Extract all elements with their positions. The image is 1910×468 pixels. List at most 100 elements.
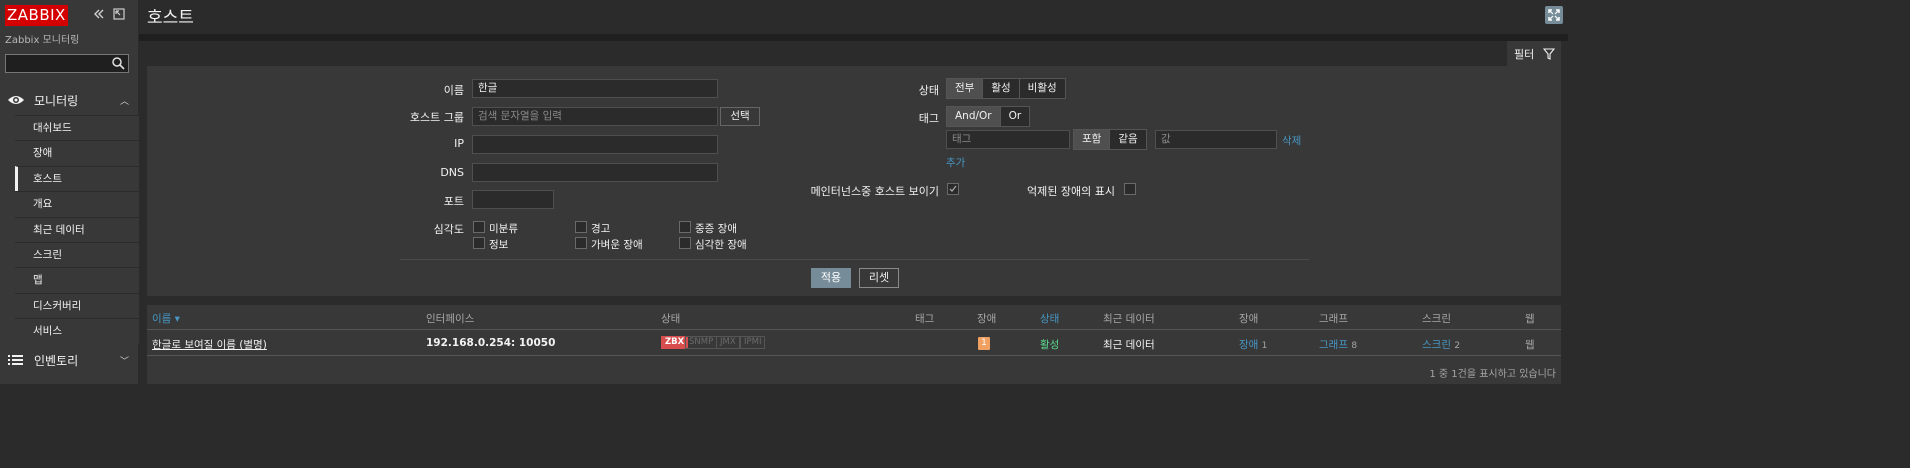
menu-inventory[interactable]: 인벤토리 ﹀ [0, 346, 139, 374]
hosts-table: 이름 ▾ 인터페이스 상태 태그 장애 상태 최근 데이터 장애 그래프 스크린… [147, 305, 1561, 384]
submenu-hosts[interactable]: 호스트 [15, 165, 139, 192]
show-suppressed-label: 억제된 장애의 표시 [1027, 185, 1115, 198]
severity-information-label: 정보 [489, 239, 509, 251]
tag-match-segment: 포함 같음 [1073, 129, 1147, 150]
show-maintenance-label: 메인터넌스중 호스트 보이기 [810, 185, 939, 198]
problems-count: 1 [1261, 341, 1268, 351]
graphs-cell: 그래프 8 [1319, 337, 1357, 352]
screens-cell: 스크린 2 [1422, 337, 1460, 352]
problems-link[interactable]: 장애 [1239, 339, 1258, 351]
collapse-sidebar-icon[interactable] [92, 7, 106, 21]
kiosk-mode-icon[interactable] [112, 7, 126, 21]
filter-divider [400, 259, 1309, 260]
host-group-label: 호스트 그룹 [409, 111, 464, 124]
tag-contains-option[interactable]: 포함 [1074, 130, 1111, 149]
col-problems-header: 장애 [977, 313, 997, 325]
apply-button[interactable]: 적용 [811, 268, 851, 288]
severity-disaster-label: 심각한 장애 [695, 239, 747, 251]
severity-label: 심각도 [433, 223, 464, 236]
add-tag-link[interactable]: 추가 [946, 155, 965, 170]
severity-average-checkbox[interactable] [575, 237, 587, 249]
submenu-dashboard[interactable]: 대쉬보드 [15, 115, 139, 141]
graphs-link[interactable]: 그래프 [1319, 339, 1348, 351]
tag-and-or-option[interactable]: And/Or [947, 107, 1001, 126]
submenu-services[interactable]: 서비스 [15, 318, 139, 344]
problem-count-badge[interactable]: 1 [978, 337, 990, 350]
filter-icon [1543, 47, 1556, 60]
severity-disaster-checkbox[interactable] [679, 237, 691, 249]
severity-not-classified-label: 미분류 [489, 223, 518, 235]
severity-high-label: 중증 장애 [695, 223, 737, 235]
filter-tab[interactable]: 필터 [1507, 41, 1561, 66]
zabbix-logo[interactable]: ZABBIX [5, 5, 68, 26]
remove-tag-link[interactable]: 삭제 [1282, 133, 1301, 148]
reset-button[interactable]: 리셋 [859, 268, 899, 288]
col-latest-header: 최근 데이터 [1103, 313, 1155, 325]
status-disabled-option[interactable]: 비활성 [1019, 79, 1065, 98]
menu-monitoring[interactable]: 모니터링 ︿ [0, 86, 139, 114]
tag-name-input[interactable]: 태그 [946, 130, 1070, 149]
severity-not-classified-checkbox[interactable] [473, 221, 485, 233]
tags-label: 태그 [918, 112, 939, 125]
tag-or-option[interactable]: Or [1000, 107, 1030, 126]
submenu-maps[interactable]: 맵 [15, 267, 139, 293]
status-any-option[interactable]: 전부 [947, 79, 984, 98]
host-status-link[interactable]: 활성 [1040, 337, 1059, 352]
latest-data-link[interactable]: 최근 데이터 [1103, 337, 1155, 352]
ip-label: IP [454, 137, 464, 150]
host-interface: 192.168.0.254: 10050 [426, 337, 556, 349]
screens-link[interactable]: 스크린 [1422, 339, 1451, 351]
screens-count: 2 [1454, 341, 1461, 351]
dns-input[interactable] [472, 163, 718, 182]
menu-inventory-label: 인벤토리 [34, 353, 79, 368]
snmp-availability-badge: SNMP [685, 336, 718, 349]
jmx-availability-badge: JMX [716, 336, 740, 349]
search-icon[interactable] [111, 56, 125, 70]
host-group-select-button[interactable]: 선택 [720, 107, 760, 126]
col-tags-header: 태그 [915, 313, 935, 325]
name-label: 이름 [443, 84, 464, 97]
host-name-link[interactable]: 한글로 보여질 이름 (별명) [152, 337, 267, 352]
menu-monitoring-label: 모니터링 [34, 93, 79, 108]
tag-operator-segment: And/Or Or [946, 106, 1031, 127]
tag-equals-option[interactable]: 같음 [1110, 130, 1146, 149]
col-name-header[interactable]: 이름 ▾ [152, 311, 180, 326]
submenu-problems[interactable]: 장애 [15, 140, 139, 166]
severity-information-checkbox[interactable] [473, 237, 485, 249]
host-group-input[interactable]: 검색 문자열을 입력 [472, 107, 718, 126]
status-enabled-option[interactable]: 활성 [983, 79, 1020, 98]
name-input[interactable]: 한글 [472, 79, 718, 98]
severity-warning-checkbox[interactable] [575, 221, 587, 233]
submenu-overview[interactable]: 개요 [15, 191, 139, 217]
fullscreen-icon[interactable] [1545, 6, 1563, 24]
show-maintenance-checkbox[interactable] [947, 183, 959, 195]
problems-cell: 장애 1 [1239, 337, 1267, 352]
col-graphs-header: 그래프 [1319, 313, 1348, 325]
show-suppressed-checkbox[interactable] [1124, 183, 1136, 195]
sidebar: ZABBIX Zabbix 모니터링 모니터링 ︿ 대쉬보드 장애 호스트 개요… [0, 0, 139, 384]
monitoring-submenu: 대쉬보드 장애 호스트 개요 최근 데이터 스크린 맵 디스커버리 서비스 [15, 115, 139, 344]
list-icon [7, 353, 25, 367]
status-label: 상태 [918, 84, 939, 97]
submenu-discovery[interactable]: 디스커버리 [15, 292, 139, 319]
col-screens-header: 스크린 [1422, 313, 1451, 325]
row-divider [147, 355, 1561, 356]
col-interface-header: 인터페이스 [426, 313, 475, 325]
page-title: 호스트 [147, 8, 194, 28]
severity-average-label: 가벼운 장애 [591, 239, 643, 251]
chevron-up-icon: ︿ [119, 96, 129, 107]
port-input[interactable] [472, 190, 554, 209]
submenu-screens[interactable]: 스크린 [15, 241, 139, 268]
severity-high-checkbox[interactable] [679, 221, 691, 233]
table-stats: 1 중 1건을 표시하고 있습니다 [1429, 369, 1556, 380]
col-status-header[interactable]: 상태 [1040, 311, 1059, 326]
port-label: 포트 [443, 195, 464, 208]
tag-value-input[interactable]: 값 [1155, 130, 1277, 149]
filter-tab-label: 필터 [1514, 47, 1535, 61]
col-problems2-header: 장애 [1239, 313, 1259, 325]
ip-input[interactable] [472, 135, 718, 154]
submenu-latest-data[interactable]: 최근 데이터 [15, 216, 139, 242]
ipmi-availability-badge: IPMI [740, 336, 766, 349]
server-name: Zabbix 모니터링 [5, 35, 80, 46]
col-web-header: 웹 [1525, 313, 1535, 325]
